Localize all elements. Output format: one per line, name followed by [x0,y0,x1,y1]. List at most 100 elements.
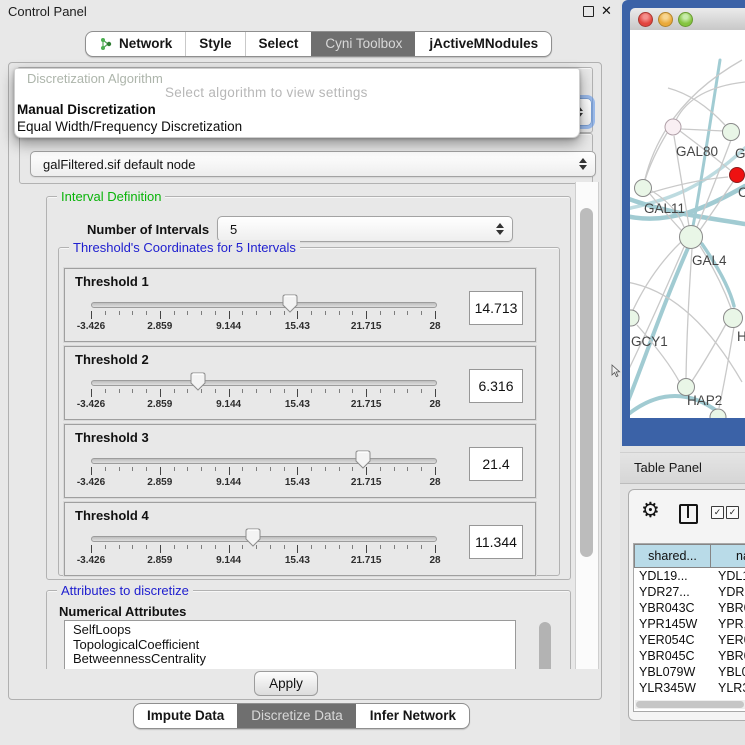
network-window: GAL80 GA C GAL11 GAL4 GCY1 H HAP2 [622,0,745,446]
interval-definition-group: Interval Definition Number of Intervals … [46,196,571,580]
bottom-tab-bar: Impute Data Discretize Data Infer Networ… [133,703,470,729]
attribute-item[interactable]: TopologicalCoefficient [65,638,515,653]
close-icon[interactable]: ✕ [601,3,612,19]
settings-scrollbar[interactable] [575,182,599,669]
slider-thumb-icon[interactable] [282,294,298,313]
threshold-value-field[interactable]: 21.4 [469,447,523,481]
algorithm-prompt: Select algorithm to view settings [165,85,368,100]
table-panel-title: Table Panel [634,460,702,475]
slider-track[interactable] [91,536,437,542]
checkbox-icon[interactable]: ✓ [711,506,724,519]
cyni-toolbox-panel: Discretization Algorithm Select algorith… [8,62,602,700]
apply-button[interactable]: Apply [254,671,318,696]
slider-thumb-icon[interactable] [245,528,261,547]
network-node[interactable] [635,180,652,197]
menu-item-manual-discretization[interactable]: Manual Discretization [17,102,156,117]
slider-track[interactable] [91,458,437,464]
slider-track[interactable] [91,302,437,308]
column-header-shared-name[interactable]: shared... [634,544,711,568]
network-canvas[interactable]: GAL80 GA C GAL11 GAL4 GCY1 H HAP2 [630,30,745,418]
threshold-value-field[interactable]: 11.344 [469,525,523,559]
tab-cyni-toolbox[interactable]: Cyni Toolbox [311,32,415,56]
table-row[interactable]: YLR345WYLR3 [634,680,745,696]
table-cell: YLR345W [634,681,714,695]
network-node-label: GAL11 [644,201,685,216]
network-window-titlebar[interactable] [630,8,745,31]
float-window-icon[interactable] [583,6,594,17]
threshold-row: Threshold 4 11.344 -3.4262.8599.14415.43… [64,502,536,576]
threshold-slider[interactable]: -3.4262.8599.14415.4321.71528 [87,449,439,495]
network-node[interactable] [665,119,681,135]
columns-icon[interactable] [679,504,698,524]
table-panel-container: ⚙ ✓ ✓ shared... na YDL19...YDL1YDR27...Y… [628,489,745,721]
threshold-label: Threshold 3 [75,430,149,445]
table-cell: YDR27... [634,585,714,599]
scrollbar-thumb[interactable] [636,701,744,708]
slider-track[interactable] [91,380,437,386]
tab-style-label: Style [199,32,231,56]
column-header-name[interactable]: na [710,544,745,568]
tab-discretize-data[interactable]: Discretize Data [237,704,356,728]
threshold-slider[interactable]: -3.4262.8599.14415.4321.71528 [87,371,439,417]
table-cell: YLR3 [714,681,745,695]
table-cell: YBL079W [634,665,714,679]
table-row[interactable]: YBL079WYBL0 [634,664,745,680]
table-row[interactable]: YER054CYER0 [634,632,745,648]
tab-infer-network-label: Infer Network [370,704,456,728]
tab-select-label: Select [259,32,299,56]
network-node[interactable] [680,226,703,249]
numerical-attributes-list[interactable]: SelfLoopsTopologicalCoefficientBetweenne… [64,620,516,669]
network-node-label: C [738,185,745,200]
slider-scale-labels: -3.4262.8599.14415.4321.71528 [91,321,435,333]
tab-style[interactable]: Style [185,32,244,56]
threshold-label: Threshold 2 [75,352,149,367]
attributes-group: Attributes to discretize Numerical Attri… [46,590,571,669]
table-cell: YER054C [634,633,714,647]
threshold-row: Threshold 2 6.316 -3.4262.8599.14415.432… [64,346,536,420]
table-row[interactable]: YDL19...YDL1 [634,568,745,584]
menu-item-equal-width-frequency[interactable]: Equal Width/Frequency Discretization [17,119,242,134]
zoom-traffic-light[interactable] [678,12,693,27]
checkbox-icon[interactable]: ✓ [726,506,739,519]
table-data-combo[interactable]: galFiltered.sif default node [30,151,596,177]
attributes-list-scrollbar[interactable] [539,622,551,669]
attribute-item[interactable]: SelfLoops [65,623,515,638]
number-of-intervals-value: 5 [230,222,237,237]
tab-jactivemnodules[interactable]: jActiveMNodules [415,32,551,56]
scrollbar-thumb[interactable] [580,208,593,557]
mouse-cursor [611,364,621,378]
threshold-value-field[interactable]: 14.713 [469,291,523,325]
slider-thumb-icon[interactable] [190,372,206,391]
attribute-item[interactable]: BetweennessCentrality [65,652,515,667]
table-row[interactable]: YBR043CYBR0 [634,600,745,616]
minimize-traffic-light[interactable] [658,12,673,27]
settings-viewport: Interval Definition Number of Intervals … [11,182,583,669]
close-traffic-light[interactable] [638,12,653,27]
tab-impute-data[interactable]: Impute Data [134,704,237,728]
table-cell: YDL1 [714,569,745,583]
threshold-value-field[interactable]: 6.316 [469,369,523,403]
threshold-label: Threshold 4 [75,508,149,523]
threshold-slider[interactable]: -3.4262.8599.14415.4321.71528 [87,527,439,573]
slider-ticks [91,311,435,320]
numerical-attributes-label: Numerical Attributes [59,604,186,619]
gear-icon[interactable]: ⚙ [641,500,660,521]
table-cell: YBR0 [714,649,745,663]
tab-network[interactable]: Network [86,32,185,56]
threshold-slider[interactable]: -3.4262.8599.14415.4321.71528 [87,293,439,339]
thresholds-group-title: Threshold's Coordinates for 5 Intervals [69,240,300,255]
network-node[interactable] [724,309,743,328]
network-node[interactable] [723,124,740,141]
number-of-intervals-combo[interactable]: 5 [217,216,513,242]
slider-thumb-icon[interactable] [355,450,371,469]
tab-infer-network[interactable]: Infer Network [356,704,469,728]
table-panel-titlebar: Table Panel [620,452,745,484]
network-node[interactable] [730,168,745,183]
table-row[interactable]: YDR27...YDR2 [634,584,745,600]
right-pane: GAL80 GA C GAL11 GAL4 GCY1 H HAP2 Table … [620,0,745,745]
table-horizontal-scrollbar[interactable] [635,700,745,709]
tab-select[interactable]: Select [245,32,312,56]
table-row[interactable]: YBR045CYBR0 [634,648,745,664]
table-row[interactable]: YPR145WYPR1 [634,616,745,632]
network-node[interactable] [630,310,639,326]
